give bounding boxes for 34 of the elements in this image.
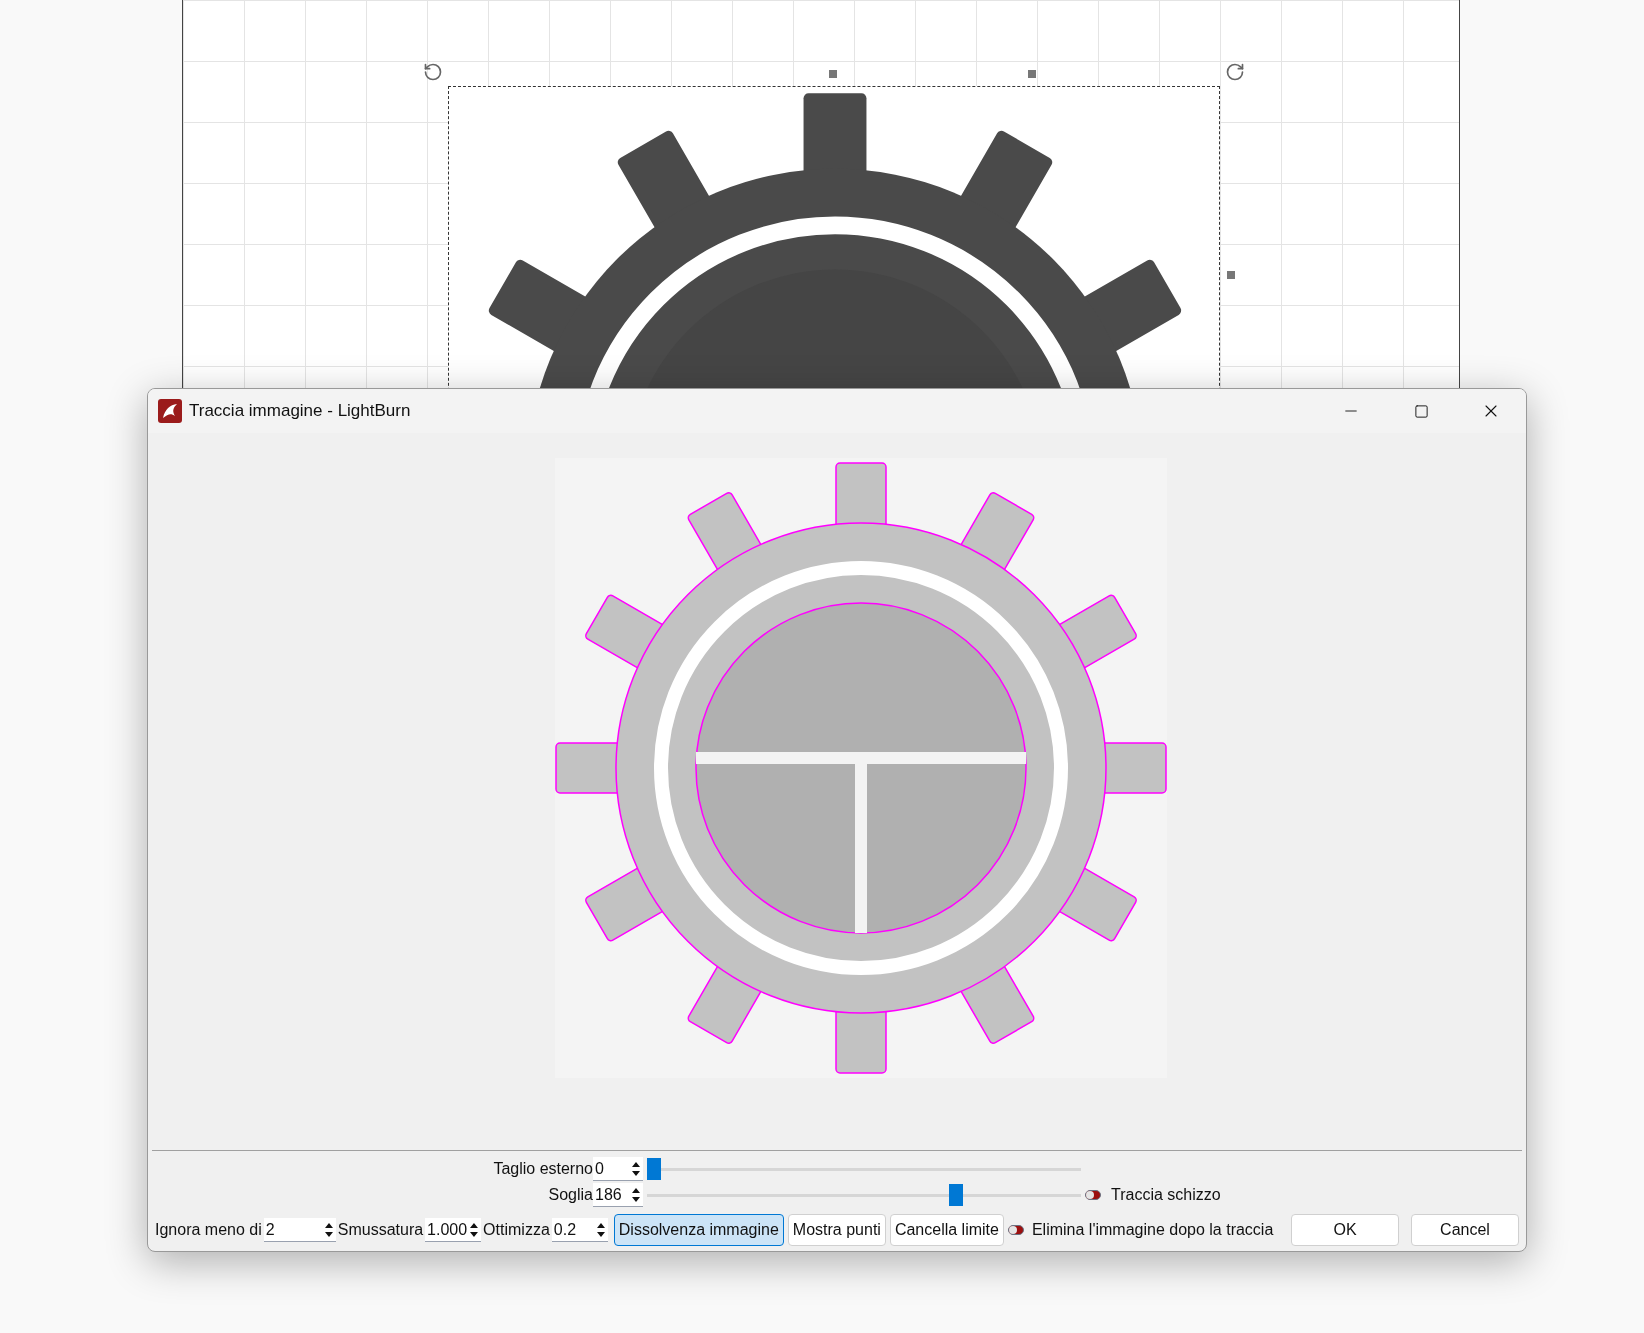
spinner-arrows-icon[interactable] [631,1186,641,1203]
maximize-icon[interactable] [1413,403,1429,419]
spin-field[interactable]: 1.000 [425,1218,482,1242]
spinner-arrows-icon[interactable] [631,1160,641,1177]
app-logo-icon [158,399,182,423]
dialog-button[interactable]: OK [1291,1214,1399,1246]
toggle-switch[interactable] [1007,1225,1024,1235]
tool-button[interactable]: Mostra punti [787,1214,886,1246]
toggle-label: Elimina l'immagine dopo la traccia [1031,1220,1274,1240]
toggle-switch[interactable] [1085,1190,1101,1200]
dialog-button[interactable]: Cancel [1411,1214,1519,1246]
spinner-arrows-icon[interactable] [469,1221,480,1238]
spinner-arrows-icon[interactable] [595,1221,606,1238]
slider-label: Taglio esterno [493,1159,593,1179]
spinner-arrows-icon[interactable] [323,1221,334,1238]
spin-field[interactable]: 2 [263,1218,336,1242]
tool-button[interactable]: Cancella limite [889,1214,1004,1246]
resize-handle[interactable] [1227,271,1235,279]
field-label: Smussatura [337,1220,424,1240]
resize-handle[interactable] [1028,70,1036,78]
rotate-handle-icon[interactable] [1225,62,1245,82]
rotate-handle-icon[interactable] [423,62,443,82]
slider-thumb[interactable] [949,1184,964,1206]
toggle-label: Traccia schizzo [1111,1185,1221,1205]
tool-button[interactable]: Dissolvenza immagine [613,1214,784,1246]
resize-handle[interactable] [829,70,837,78]
field-label: Ignora meno di [155,1220,262,1240]
spin-field[interactable]: 186 [593,1183,643,1207]
field-label: Ottimizza [483,1220,550,1240]
spin-field[interactable]: 0.2 [551,1218,608,1242]
slider-thumb[interactable] [647,1158,661,1180]
slider-label: Soglia [548,1185,593,1205]
window-title: Traccia immagine - LightBurn [189,400,411,423]
spin-field[interactable]: 0 [593,1157,643,1181]
